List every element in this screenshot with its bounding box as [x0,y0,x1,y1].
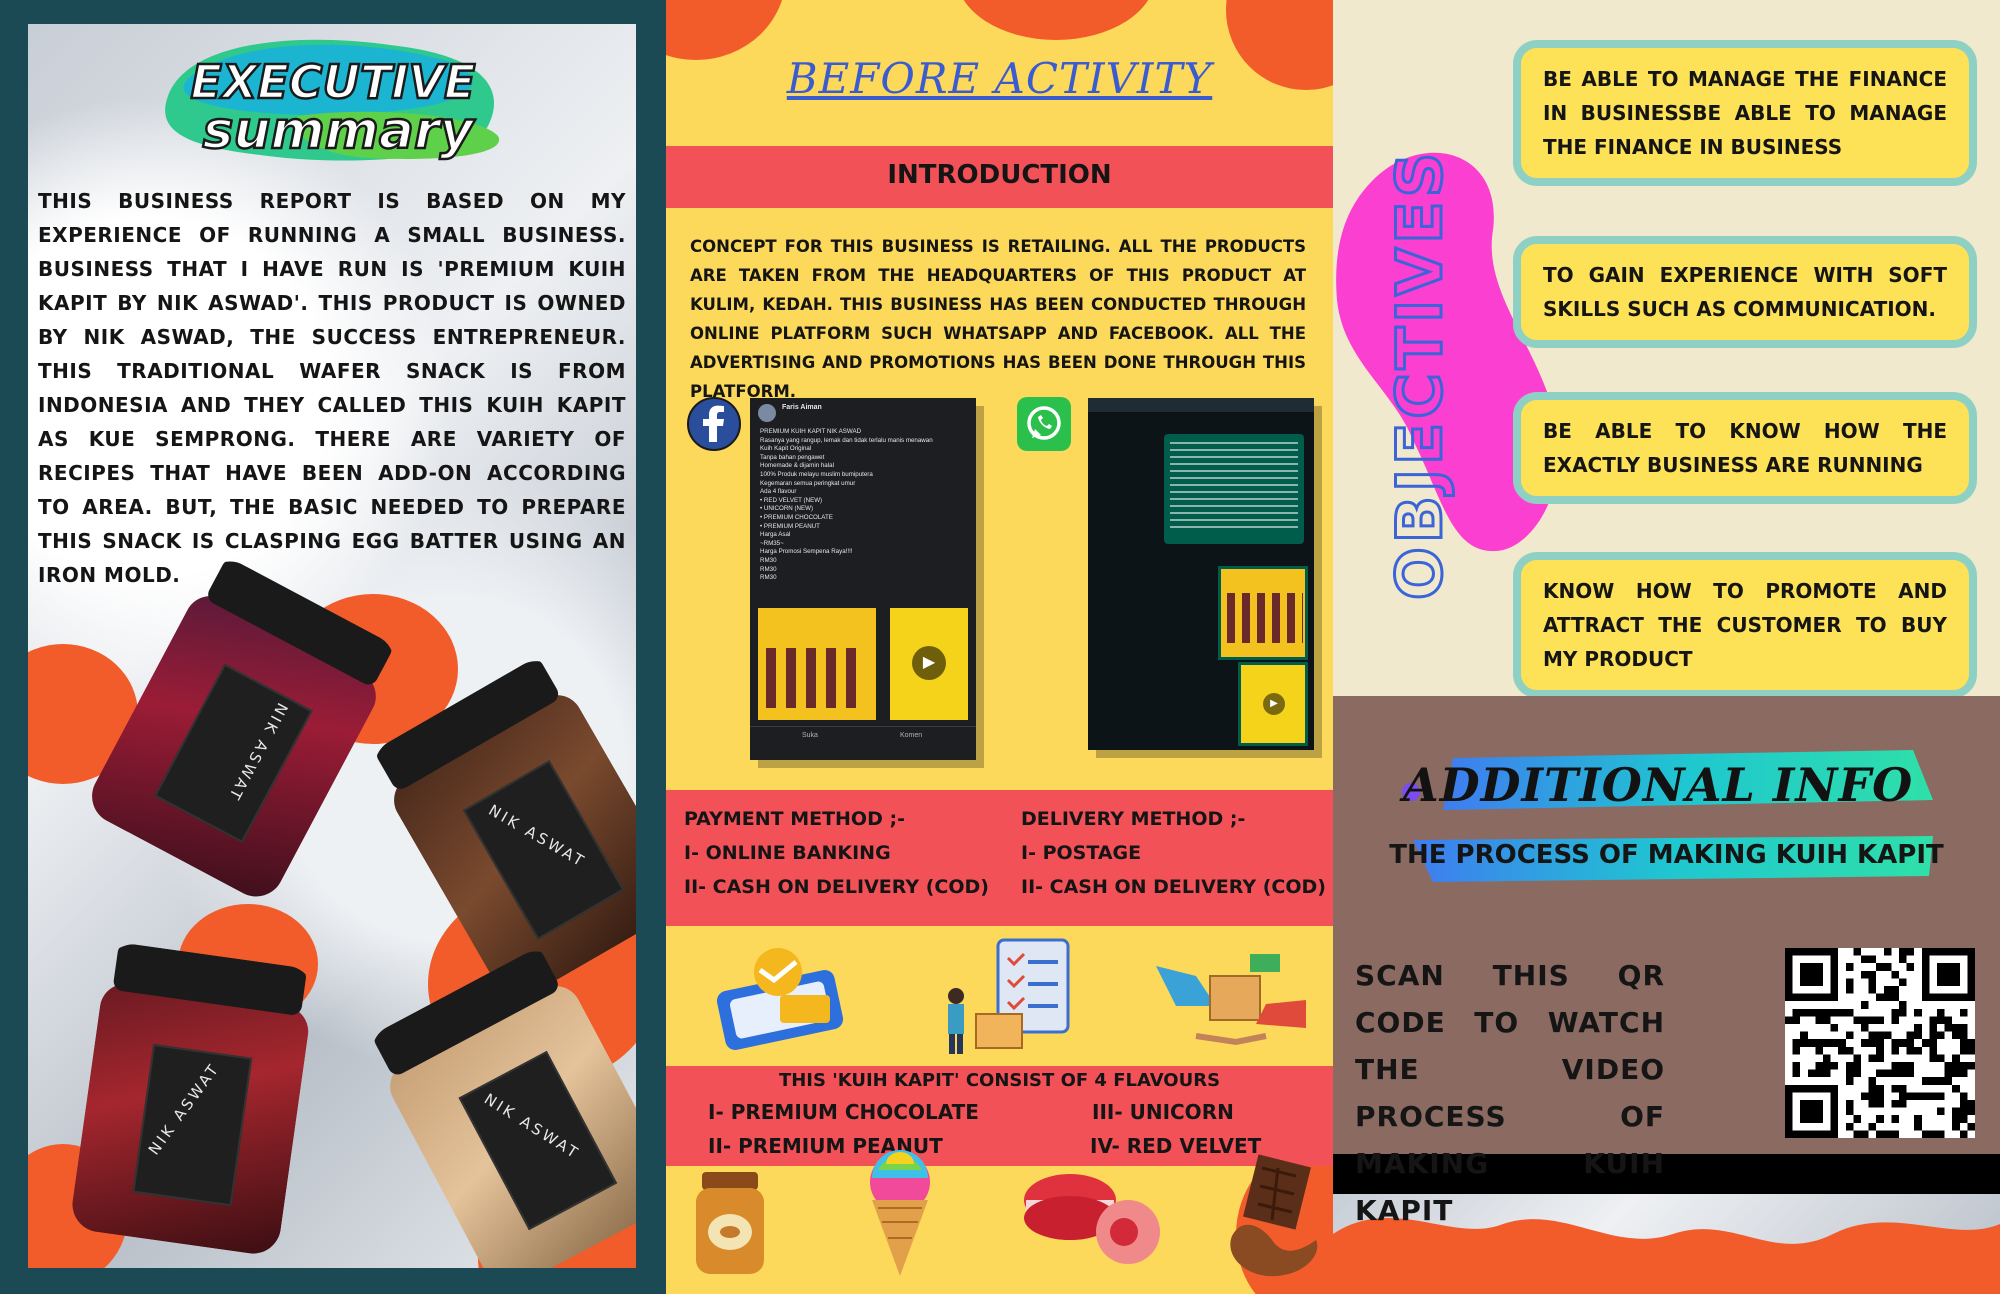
payment-item: II- CASH ON DELIVERY (COD) [684,876,989,898]
unicorn-ice-cream-icon [870,1150,930,1276]
post-line: Ada 4 flavour [760,488,797,496]
comment-button[interactable]: Komen [900,732,922,739]
play-icon[interactable]: ▶ [1263,693,1285,715]
post-text: PREMIUM KUIH KAPIT NIK ASWAD Rasanya yang… [760,428,966,583]
post-line: Harga Asal [760,531,791,539]
like-button[interactable]: Suka [802,732,818,739]
delivery-handover-illustration [1156,954,1306,1046]
chat-video: ▶ [1238,662,1308,746]
play-icon[interactable]: ▶ [912,646,946,680]
whatsapp-icon [1017,397,1071,451]
facebook-post-screenshot: Faris Aiman PREMIUM KUIH KAPIT NIK ASWAD… [750,398,976,760]
decor-blob [956,0,1156,40]
executive-summary-text: THIS BUSINESS REPORT IS BASED ON MY EXPE… [38,189,626,587]
post-line: • UNICORN (NEW) [760,505,814,513]
before-activity-panel: BEFORE ACTIVITY INTRODUCTION CONCEPT FOR… [666,0,1333,1294]
post-line: Harga Promosi Sempena Raya!!!! [760,548,853,556]
post-line: RM30 [760,565,777,573]
whatsapp-chat-screenshot: ▶ [1088,398,1314,750]
avatar [758,404,776,422]
executive-summary-panel: EXECUTIVE summary THIS BUSINESS REPORT I… [0,0,666,1294]
flavours-heading: THIS 'KUIH KAPIT' CONSIST OF 4 FLAVOURS [778,1070,1221,1091]
objective-text: TO GAIN EXPERIENCE WITH SOFT SKILLS SUCH… [1543,263,1947,321]
introduction-heading: INTRODUCTION [887,160,1112,190]
post-line: Rasanya yang rangup, lemak dan tidak ter… [760,436,933,444]
product-jar-redvelvet: NIK ASWAT [68,941,317,1258]
qr-code[interactable] [1785,948,1975,1138]
objective-card: KNOW HOW TO PROMOTE AND ATTRACT THE CUST… [1513,552,1977,698]
red-velvet-macaron-icon [1024,1174,1160,1264]
post-line: Tanpa bahan pengawet [760,453,825,461]
objectives-title: OBJECTIVES [1389,147,1458,601]
introduction-text: CONCEPT FOR THIS BUSINESS IS RETAILING. … [690,237,1306,401]
post-author: Faris Aiman [782,404,822,411]
flavour-item: III- UNICORN [1092,1100,1234,1124]
executive-summary-card: EXECUTIVE summary THIS BUSINESS REPORT I… [28,24,636,1268]
delivery-item: I- POSTAGE [1021,842,1142,864]
facebook-icon [687,397,741,451]
post-line: RM30 [760,556,777,564]
decor-blob [666,0,786,60]
executive-summary-title: EXECUTIVE summary [165,39,500,162]
chat-bubble [1164,434,1304,544]
post-line: • PREMIUM PEANUT [760,522,820,530]
post-line: PREMIUM KUIH KAPIT NIK ASWAD [760,428,862,435]
objective-card: BE ABLE TO KNOW HOW THE EXACTLY BUSINESS… [1513,392,1977,504]
payment-item: I- ONLINE BANKING [684,842,891,864]
additional-info-title: ADDITIONAL INFO [1403,758,1914,812]
order-checklist-illustration [948,938,1070,1054]
objectives-panel: OBJECTIVES BE ABLE TO MANAGE THE FINANCE… [1333,0,2000,1294]
post-line: RM30 [760,574,777,582]
objective-text: BE ABLE TO KNOW HOW THE EXACTLY BUSINESS… [1543,419,1947,477]
delivery-item: II- CASH ON DELIVERY (COD) [1021,876,1326,898]
objective-card: TO GAIN EXPERIENCE WITH SOFT SKILLS SUCH… [1513,236,1977,348]
post-line: 100% Produk melayu muslim bumiputera [760,470,873,478]
online-payment-illustration [716,948,844,1050]
objectives-title-text: OBJECTIVES [1389,149,1456,600]
flavour-item: I- PREMIUM CHOCOLATE [708,1100,979,1124]
post-line: ~RM35~ [760,539,784,547]
payment-method-heading: PAYMENT METHOD ;- [684,808,905,830]
scan-qr-instructions: SCAN THIS QR CODE TO WATCH THE VIDEO PRO… [1355,959,1665,1227]
peanut-butter-jar-icon [696,1172,764,1274]
objective-text: KNOW HOW TO PROMOTE AND ATTRACT THE CUST… [1543,579,1947,671]
post-video-thumbnail: ▶ [890,608,968,720]
post-line: Kuih Kapit Original [760,445,812,453]
post-line: Kegemaran semua peringkat umur [760,479,856,487]
objective-text: BE ABLE TO MANAGE THE FINANCE IN BUSINES… [1543,67,1947,159]
before-activity-title: BEFORE ACTIVITY [786,54,1213,103]
additional-info-subtitle: THE PROCESS OF MAKING KUIH KAPIT [1389,840,1944,870]
post-line: • RED VELVET (NEW) [760,496,823,504]
delivery-method-heading: DELIVERY METHOD ;- [1021,808,1246,830]
chat-image [1218,566,1308,660]
post-line: Homemade & dijamin halal [760,462,834,470]
post-line: • PREMIUM CHOCOLATE [760,513,833,521]
exec-title-line2: summary [203,101,476,161]
post-image-jars [758,608,876,720]
objective-card: BE ABLE TO MANAGE THE FINANCE IN BUSINES… [1513,40,1977,186]
chocolate-icon [1230,1154,1318,1277]
